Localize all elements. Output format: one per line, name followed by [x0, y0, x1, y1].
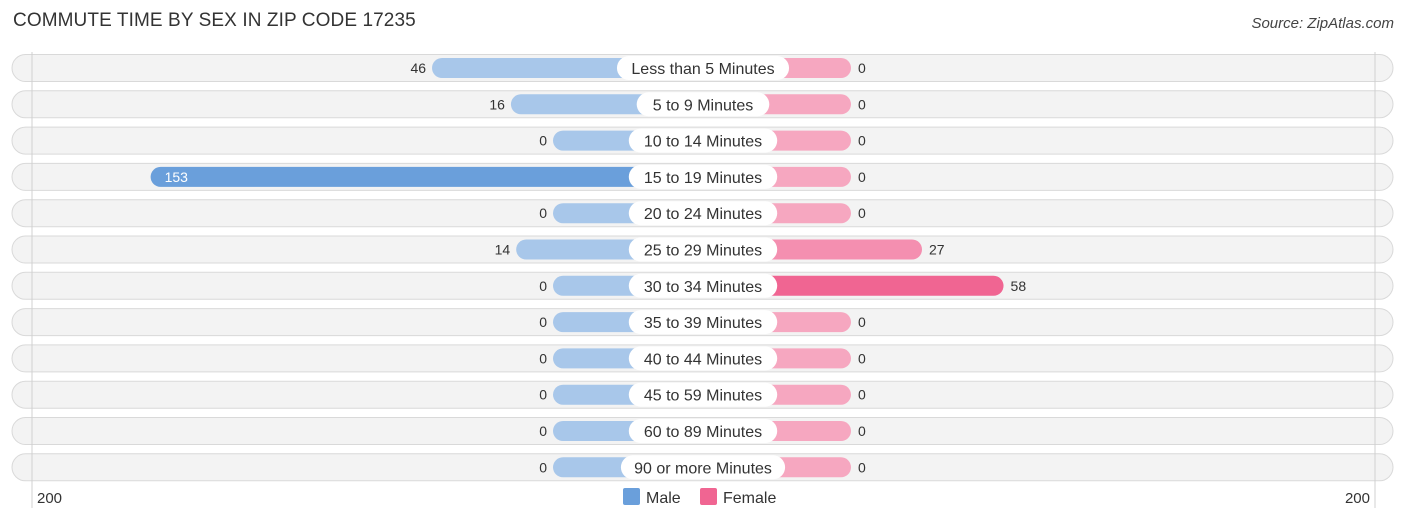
- value-label-female: 0: [858, 350, 866, 366]
- value-label-male: 16: [489, 96, 505, 112]
- value-label-female: 0: [858, 314, 866, 330]
- category-label: 45 to 59 Minutes: [644, 388, 762, 405]
- category-label: 60 to 89 Minutes: [644, 424, 762, 441]
- bar-male[interactable]: [150, 166, 704, 187]
- category-label: 40 to 44 Minutes: [644, 351, 762, 368]
- value-label-female: 0: [858, 133, 866, 149]
- value-label-male: 14: [495, 242, 511, 258]
- category-label: 25 to 29 Minutes: [644, 243, 762, 260]
- value-label-male: 0: [539, 278, 547, 294]
- axis-label-right: 200: [1345, 490, 1370, 507]
- value-label-male: 153: [165, 169, 189, 185]
- value-label-female: 0: [858, 169, 866, 185]
- category-label: 15 to 19 Minutes: [644, 170, 762, 187]
- value-label-male: 46: [410, 60, 426, 76]
- value-label-male: 0: [539, 423, 547, 439]
- value-label-male: 0: [539, 205, 547, 221]
- legend-label-male: Male: [646, 490, 681, 507]
- category-label: 5 to 9 Minutes: [653, 97, 754, 114]
- value-label-female: 58: [1011, 278, 1027, 294]
- value-label-female: 0: [858, 96, 866, 112]
- category-label: Less than 5 Minutes: [631, 61, 774, 78]
- legend-swatch-male: [623, 488, 640, 505]
- chart: 46 0 Less than 5 Minutes 16 0 5 to 9 Minutes 0…: [11, 52, 1394, 508]
- category-label: 30 to 34 Minutes: [644, 279, 762, 296]
- value-label-female: 27: [929, 242, 945, 258]
- category-label: 10 to 14 Minutes: [644, 134, 762, 151]
- value-label-male: 0: [539, 314, 547, 330]
- value-label-female: 0: [858, 459, 866, 475]
- value-label-female: 0: [858, 60, 866, 76]
- axis-label-left: 200: [37, 490, 62, 507]
- category-label: 35 to 39 Minutes: [644, 315, 762, 332]
- value-label-male: 0: [539, 459, 547, 475]
- value-label-female: 0: [858, 387, 866, 403]
- value-label-male: 0: [539, 350, 547, 366]
- category-label: 90 or more Minutes: [634, 460, 772, 477]
- value-label-female: 0: [858, 423, 866, 439]
- value-label-female: 0: [858, 205, 866, 221]
- legend-swatch-female: [700, 488, 717, 505]
- value-label-male: 0: [539, 387, 547, 403]
- value-label-male: 0: [539, 133, 547, 149]
- category-label: 20 to 24 Minutes: [644, 206, 762, 223]
- legend-label-female: Female: [723, 490, 776, 507]
